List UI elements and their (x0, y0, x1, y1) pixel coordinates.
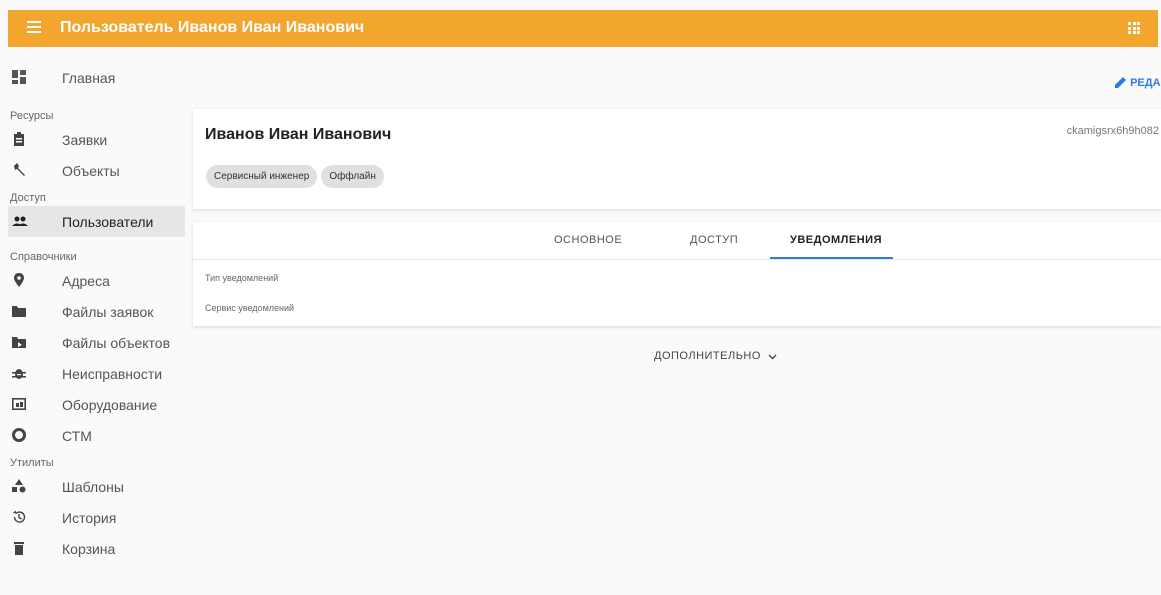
apps-grid-icon[interactable] (1128, 22, 1140, 34)
sidebar-item-label: Шаблоны (62, 479, 124, 495)
sidebar-item-label: Заявки (62, 132, 108, 148)
sidebar-item-label: История (62, 510, 117, 526)
pencil-icon (1115, 77, 1126, 88)
dashboard-icon (12, 70, 26, 84)
sidebar-item-faults[interactable]: Неисправности (8, 358, 185, 389)
section-access: Доступ (10, 192, 46, 204)
tab-bar: ОСНОВНОЕ ДОСТУП УВЕДОМЛЕНИЯ (193, 222, 1161, 260)
edit-label: РЕДА (1130, 77, 1161, 89)
bug-icon (12, 366, 26, 380)
sidebar-item-label: Главная (62, 70, 116, 86)
more-label: ДОПОЛНИТЕЛЬНО (654, 350, 761, 362)
location-pin-icon (12, 273, 26, 287)
page-title: Пользователь Иванов Иван Иванович (60, 19, 365, 36)
status-chip: Оффлайн (321, 165, 384, 188)
sidebar-item-requests[interactable]: Заявки (8, 124, 185, 155)
sidebar-item-label: Оборудование (62, 397, 158, 413)
notify-service-field: Сервис уведомлений (205, 303, 295, 313)
section-resources: Ресурсы (10, 110, 54, 122)
sidebar-item-label: Файлы заявок (62, 304, 154, 320)
sidebar-item-users[interactable]: Пользователи (8, 206, 185, 237)
notify-type-field: Тип уведомлений (205, 273, 279, 283)
chevron-down-icon (768, 354, 777, 360)
sidebar-item-label: Объекты (62, 163, 120, 179)
profile-card: Иванов Иван Иванович ckamigsrx6h9h082 Се… (193, 109, 1161, 209)
menu-icon[interactable] (27, 21, 41, 35)
sidebar-item-request-files[interactable]: Файлы заявок (8, 296, 185, 327)
clipboard-icon (12, 132, 26, 146)
history-icon (12, 510, 26, 524)
tab-access[interactable]: ДОСТУП (690, 234, 738, 246)
sidebar-item-label: Корзина (62, 541, 116, 557)
chip-list: Сервисный инженер Оффлайн (206, 165, 384, 188)
folder-shared-icon (12, 335, 26, 349)
sidebar-item-templates[interactable]: Шаблоны (8, 471, 185, 502)
wrench-icon (12, 163, 26, 177)
section-utilities: Утилиты (10, 457, 54, 469)
sidebar-item-ctm[interactable]: СТМ (8, 420, 185, 451)
app-bar: Пользователь Иванов Иван Иванович (8, 10, 1158, 47)
user-name: Иванов Иван Иванович (205, 126, 392, 143)
edit-button[interactable]: РЕДА (1115, 76, 1161, 89)
role-chip: Сервисный инженер (206, 165, 318, 188)
tab-notifications[interactable]: УВЕДОМЛЕНИЯ (790, 234, 882, 246)
donut-icon (12, 428, 26, 442)
folder-icon (12, 304, 26, 318)
sidebar-item-label: Адреса (62, 273, 110, 289)
trash-icon (12, 541, 26, 555)
shapes-icon (12, 479, 26, 493)
user-id: ckamigsrx6h9h082 (1066, 125, 1159, 137)
people-icon (12, 214, 28, 228)
more-toggle[interactable]: ДОПОЛНИТЕЛЬНО (654, 350, 777, 362)
sidebar-item-addresses[interactable]: Адреса (8, 265, 185, 296)
sidebar: Главная Ресурсы Заявки Объекты Доступ По… (8, 62, 185, 564)
sidebar-item-history[interactable]: История (8, 502, 185, 533)
sidebar-item-objects[interactable]: Объекты (8, 155, 185, 186)
sidebar-item-label: СТМ (62, 428, 92, 444)
sidebar-item-home[interactable]: Главная (8, 62, 185, 96)
details-card: ОСНОВНОЕ ДОСТУП УВЕДОМЛЕНИЯ Тип уведомле… (193, 222, 1161, 326)
devices-icon (12, 397, 26, 411)
tab-main[interactable]: ОСНОВНОЕ (554, 234, 622, 246)
sidebar-item-trash[interactable]: Корзина (8, 533, 185, 564)
sidebar-item-label: Файлы объектов (62, 335, 171, 351)
sidebar-item-label: Пользователи (62, 214, 154, 230)
sidebar-item-equipment[interactable]: Оборудование (8, 389, 185, 420)
active-tab-indicator (770, 257, 893, 259)
sidebar-item-label: Неисправности (62, 366, 163, 382)
section-references: Справочники (10, 251, 77, 263)
sidebar-item-object-files[interactable]: Файлы объектов (8, 327, 185, 358)
